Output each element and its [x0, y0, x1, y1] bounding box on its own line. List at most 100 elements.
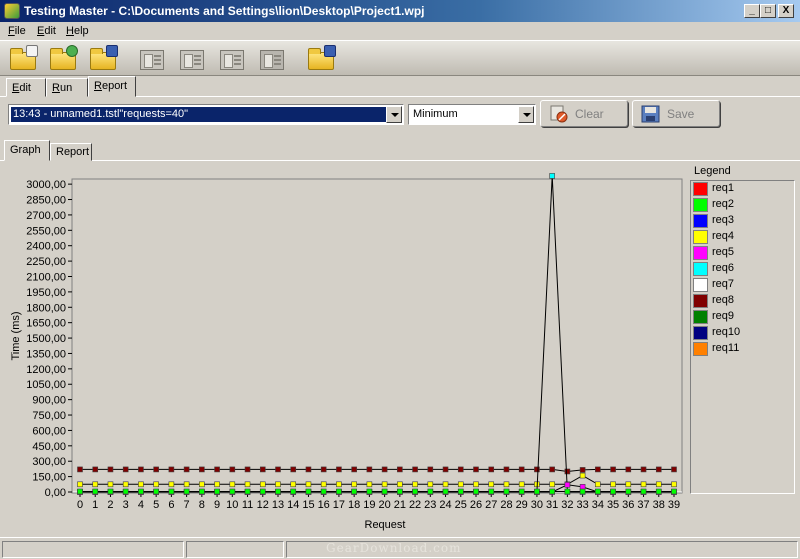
- data-point-req4: [610, 481, 616, 488]
- data-point-req4: [168, 481, 175, 488]
- minimize-button[interactable]: _: [744, 4, 760, 18]
- y-tick-label: 1950,00: [26, 287, 66, 299]
- data-point-req2: [153, 488, 159, 495]
- close-button[interactable]: X: [778, 4, 794, 18]
- y-tick-label: 1350,00: [26, 348, 66, 360]
- data-point-req4: [549, 481, 555, 488]
- y-tick-label: 900,00: [32, 395, 66, 407]
- save-report-button[interactable]: [306, 44, 338, 74]
- response-time-chart: 0,00 150,00 300,00 450,00 600,00 750,00 900,00…: [10, 173, 683, 531]
- data-point-req8: [442, 466, 449, 473]
- data-point-req8: [168, 466, 175, 473]
- watermark: GearDownload.com: [326, 541, 462, 555]
- data-point-req4: [290, 481, 297, 488]
- data-point-req2: [457, 488, 464, 495]
- data-point-req4: [488, 481, 495, 488]
- x-tick-label: 2: [107, 499, 113, 511]
- x-tick-label: 11: [242, 499, 253, 511]
- clear-icon: [550, 105, 568, 123]
- y-tick-label: 750,00: [32, 410, 66, 422]
- legend-swatch: [693, 230, 708, 244]
- data-point-req2: [259, 488, 266, 495]
- data-point-req5: [579, 484, 586, 490]
- delete-test-icon: [260, 50, 284, 70]
- new-test-icon: [140, 50, 164, 70]
- y-tick-label: 2100,00: [26, 271, 66, 283]
- new-test-button[interactable]: [136, 44, 168, 74]
- data-point-req8: [214, 466, 220, 473]
- data-point-req8: [473, 466, 479, 473]
- data-point-req2: [610, 488, 616, 495]
- data-point-req2: [595, 488, 601, 495]
- data-point-req8: [259, 466, 266, 473]
- maximize-button[interactable]: □: [760, 4, 776, 18]
- x-tick-label: 19: [363, 499, 375, 511]
- data-point-req4: [305, 481, 312, 488]
- legend-label: req7: [712, 278, 735, 290]
- data-point-req4: [366, 481, 373, 488]
- data-point-req2: [92, 488, 99, 495]
- tab-report-sub[interactable]: Report: [50, 143, 92, 161]
- data-point-req4: [503, 481, 510, 488]
- x-tick-label: 21: [394, 499, 406, 511]
- legend-label: req1: [712, 182, 735, 194]
- sub-tabs-line: [0, 160, 800, 161]
- chevron-down-icon[interactable]: [386, 106, 402, 123]
- x-tick-label: 39: [668, 499, 680, 511]
- data-point-req4: [122, 481, 129, 488]
- aggregate-mode-select[interactable]: Minimum: [408, 104, 536, 125]
- data-point-req4: [457, 481, 464, 488]
- data-point-req2: [77, 488, 83, 495]
- data-point-req8: [351, 466, 357, 473]
- data-point-req8: [503, 466, 510, 473]
- open-project-button[interactable]: [48, 44, 80, 74]
- x-tick-label: 23: [424, 499, 436, 511]
- data-point-req8: [427, 466, 434, 473]
- test-run-select[interactable]: 13:43 - unnamed1.tstl"requests=40": [8, 104, 404, 125]
- data-point-req4: [229, 481, 236, 488]
- tab-run[interactable]: Run: [46, 78, 88, 97]
- menu-file[interactable]: File: [8, 25, 26, 37]
- data-point-req2: [427, 488, 434, 495]
- legend-swatch: [693, 310, 708, 324]
- save-icon: [641, 105, 660, 123]
- data-point-req8: [397, 466, 403, 473]
- data-point-req8: [457, 466, 464, 473]
- x-tick-label: 0: [77, 499, 83, 511]
- tab-edit[interactable]: Edit: [6, 78, 46, 97]
- y-tick-label: 2400,00: [26, 241, 66, 253]
- data-point-req8: [275, 466, 281, 473]
- data-point-req2: [305, 488, 312, 495]
- y-tick-label: 300,00: [32, 456, 66, 468]
- data-point-req8: [153, 466, 159, 473]
- data-point-req2: [625, 488, 632, 495]
- data-point-req2: [138, 488, 144, 495]
- data-point-req4: [336, 481, 342, 488]
- tab-graph[interactable]: Graph: [4, 140, 50, 161]
- clear-button[interactable]: Clear: [540, 100, 628, 127]
- save-project-button[interactable]: [88, 44, 120, 74]
- tab-report[interactable]: Report: [88, 76, 136, 97]
- data-point-req4: [320, 481, 327, 488]
- menu-edit[interactable]: Edit: [37, 25, 56, 37]
- data-point-req4: [442, 481, 449, 488]
- data-point-req8: [122, 466, 129, 473]
- run-test-button[interactable]: [216, 44, 248, 74]
- new-project-button[interactable]: [8, 44, 40, 74]
- data-point-req4: [595, 481, 601, 488]
- legend-swatch: [693, 182, 708, 196]
- chevron-down-icon[interactable]: [518, 106, 534, 123]
- x-tick-label: 29: [516, 499, 528, 511]
- menu-help[interactable]: Help: [66, 25, 89, 37]
- x-tick-label: 20: [378, 499, 390, 511]
- data-point-req8: [229, 466, 236, 473]
- save-button[interactable]: Save: [632, 100, 720, 127]
- x-tick-label: 7: [184, 499, 190, 511]
- delete-test-button[interactable]: [256, 44, 288, 74]
- legend-label: req11: [712, 342, 740, 354]
- legend-swatch: [693, 262, 708, 276]
- edit-test-button[interactable]: [176, 44, 208, 74]
- status-pane-2: [186, 541, 284, 558]
- data-point-req2: [199, 488, 205, 495]
- data-point-req4: [427, 481, 434, 488]
